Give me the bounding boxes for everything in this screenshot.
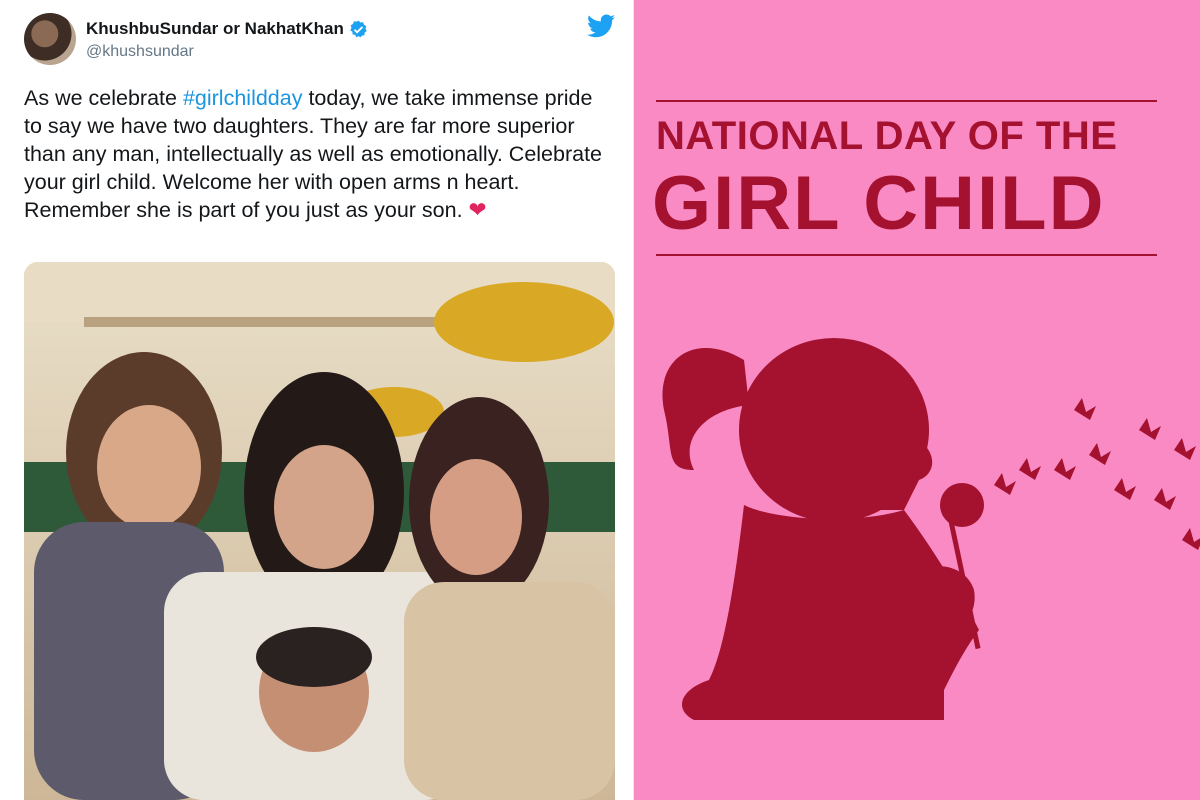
poster-bottom-rule [656, 254, 1157, 256]
poster-top-rule [656, 100, 1157, 102]
poster-panel: NATIONAL DAY OF THE GIRL CHILD [634, 0, 1200, 800]
girl-dandelion-illustration [662, 338, 1200, 720]
author-name-row[interactable]: KhushbuSundar or NakhatKhan [86, 19, 368, 39]
poster-title-line2: GIRL CHILD [652, 161, 1106, 246]
tweet-card: KhushbuSundar or NakhatKhan @khushsundar… [0, 0, 634, 800]
author-avatar[interactable] [24, 13, 76, 65]
heart-emoji: ❤ [468, 198, 487, 222]
tweet-photo[interactable] [24, 262, 615, 800]
family-photo-image [24, 262, 615, 800]
verified-badge-icon [350, 20, 367, 37]
author-name[interactable]: KhushbuSundar or NakhatKhan [86, 19, 344, 39]
hashtag-link[interactable]: #girlchildday [183, 86, 303, 110]
twitter-bird-icon[interactable] [587, 14, 615, 38]
tweet-text-start: As we celebrate [24, 86, 183, 110]
author-handle[interactable]: @khushsundar [86, 43, 368, 61]
poster-title-line1: NATIONAL DAY OF THE [656, 114, 1118, 158]
tweet-author: KhushbuSundar or NakhatKhan @khushsundar [86, 19, 368, 61]
tweet-text: As we celebrate #girlchildday today, we … [24, 84, 614, 224]
